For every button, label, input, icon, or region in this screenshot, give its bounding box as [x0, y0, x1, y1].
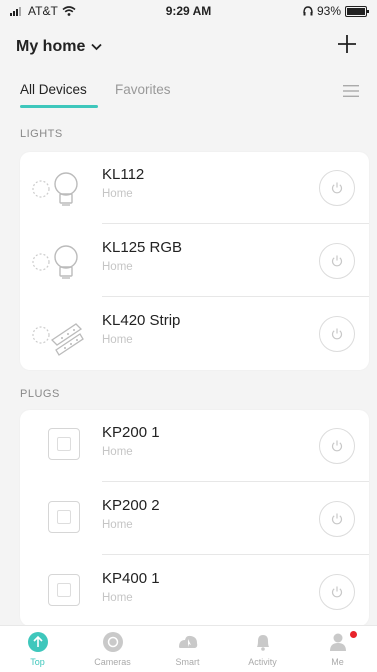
power-icon: [331, 440, 343, 452]
camera-icon: [103, 632, 123, 652]
list-menu-icon[interactable]: [343, 84, 359, 98]
header: My home: [16, 30, 361, 66]
outlet-icon: [48, 501, 80, 533]
tab-all-devices[interactable]: All Devices: [20, 82, 87, 97]
power-icon: [331, 255, 343, 267]
bottom-tab-bar: Top Cameras Smart Activity Me: [0, 625, 377, 672]
tabbar-item-me[interactable]: Me: [300, 626, 375, 672]
device-name: KL112: [102, 166, 145, 183]
chevron-down-icon: [91, 43, 102, 51]
status-bar: AT&T 9:29 AM 93%: [0, 0, 377, 22]
tabbar-item-cameras[interactable]: Cameras: [75, 626, 150, 672]
tabbar-item-top[interactable]: Top: [0, 626, 75, 672]
arrow-up-icon: [28, 632, 48, 652]
battery-percent: 93%: [316, 4, 341, 18]
device-location: Home: [102, 592, 133, 604]
tabbar-label: Top: [30, 657, 45, 667]
power-button[interactable]: [319, 428, 355, 464]
outlet-icon: [48, 428, 80, 460]
notification-dot: [350, 631, 357, 638]
tabbar-label: Activity: [248, 657, 277, 667]
battery-icon: [345, 5, 369, 17]
outlet-icon: [48, 574, 80, 606]
power-icon: [331, 586, 343, 598]
section-label-lights: LIGHTS: [20, 128, 63, 140]
device-location: Home: [102, 261, 133, 273]
active-tab-indicator: [20, 105, 98, 108]
lights-card: KL112 Home KL125 RGB Home KL420 Strip Ho…: [20, 152, 369, 370]
headphones-icon: [303, 6, 313, 16]
device-row-kp200-1[interactable]: KP200 1 Home: [20, 410, 369, 482]
device-row-kp200-2[interactable]: KP200 2 Home: [20, 483, 369, 555]
device-row-kl112[interactable]: KL112 Home: [20, 152, 369, 224]
tabbar-item-activity[interactable]: Activity: [225, 626, 300, 672]
device-name: KP400 1: [102, 570, 160, 587]
tabbar-label: Me: [331, 657, 344, 667]
device-location: Home: [102, 519, 133, 531]
bulb-icon: [32, 172, 78, 206]
row-divider: [102, 223, 369, 224]
bell-icon: [257, 635, 269, 651]
tab-favorites[interactable]: Favorites: [115, 82, 171, 97]
power-icon: [331, 513, 343, 525]
device-row-kl125-rgb[interactable]: KL125 RGB Home: [20, 225, 369, 297]
row-divider: [102, 481, 369, 482]
device-name: KP200 2: [102, 497, 160, 514]
device-tabs: All Devices Favorites: [20, 82, 361, 112]
home-title: My home: [16, 38, 86, 55]
device-name: KL125 RGB: [102, 239, 183, 256]
tabbar-label: Cameras: [94, 657, 131, 667]
device-name: KP200 1: [102, 424, 160, 441]
device-location: Home: [102, 446, 133, 458]
power-button[interactable]: [319, 170, 355, 206]
smart-icon: [179, 635, 198, 648]
section-label-plugs: PLUGS: [20, 388, 60, 400]
row-divider: [102, 296, 369, 297]
tabbar-label: Smart: [175, 657, 200, 667]
row-divider: [102, 554, 369, 555]
add-device-button[interactable]: [333, 30, 361, 58]
device-row-kp400-1[interactable]: KP400 1 Home: [20, 556, 369, 628]
light-strip-icon: [32, 323, 84, 356]
device-name: KL420 Strip: [102, 312, 181, 329]
plugs-card: KP200 1 Home KP200 2 Home KP400 1 Home: [20, 410, 369, 626]
home-selector[interactable]: My home: [16, 38, 102, 56]
bulb-icon: [32, 245, 78, 279]
power-button[interactable]: [319, 501, 355, 537]
device-row-kl420-strip[interactable]: KL420 Strip Home: [20, 298, 369, 370]
power-button[interactable]: [319, 316, 355, 352]
status-right: 93%: [303, 4, 369, 18]
tabbar-item-smart[interactable]: Smart: [150, 626, 225, 672]
power-icon: [331, 182, 343, 194]
power-button[interactable]: [319, 243, 355, 279]
power-icon: [331, 328, 343, 340]
power-button[interactable]: [319, 574, 355, 610]
device-location: Home: [102, 188, 133, 200]
person-icon: [330, 633, 346, 651]
device-location: Home: [102, 334, 133, 346]
